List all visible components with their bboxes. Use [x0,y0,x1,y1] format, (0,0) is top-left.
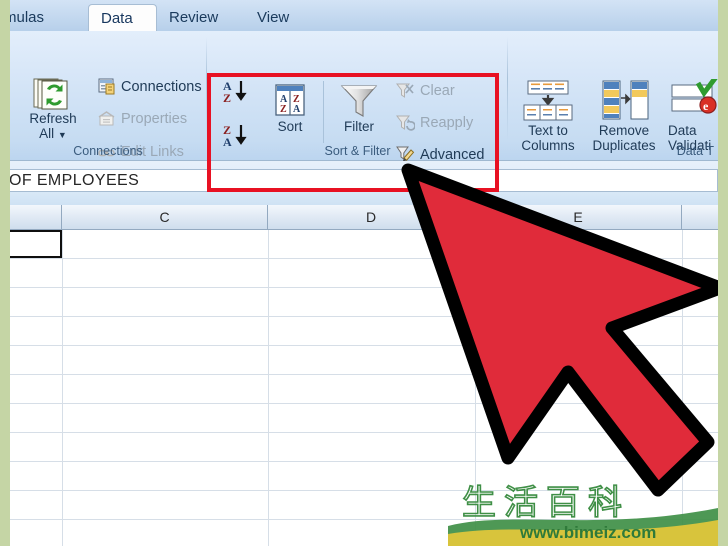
text-to-columns-label-line1: Text to [528,123,568,138]
watermark-chinese: 生活百科 [462,483,630,523]
tab-view-label: View [257,9,290,26]
excel-window: mulas Data Review View Refresh All ▼ Con… [10,0,718,546]
clear-filter-label: Clear [420,83,455,99]
connections-button[interactable]: Connections [98,78,202,95]
connections-label: Connections [121,78,202,95]
reapply-filter-label: Reapply [420,115,474,131]
column-header-c[interactable]: C [62,205,268,230]
text-to-columns-label-line2: Columns [521,138,575,153]
sort-az-icon: A Z [222,79,256,109]
remove-duplicates-button[interactable]: Remove Duplicates [585,79,663,153]
refresh-all-label-line1: Refresh [29,111,77,126]
tab-formulas[interactable]: mulas [10,4,56,32]
svg-text:Z: Z [280,104,287,115]
group-label-sort-filter: Sort & Filter [324,144,391,158]
remove-duplicates-label-line1: Remove [598,123,650,138]
remove-duplicates-icon [585,79,663,123]
clear-filter-icon [395,82,415,100]
group-separator-2 [507,37,508,141]
tab-data-label: Data [101,10,133,27]
filter-funnel-icon [332,81,386,119]
clear-filter-button[interactable]: Clear [395,82,455,100]
properties-label: Properties [121,111,188,127]
group-label-connections: Connections [73,144,143,158]
reapply-filter-icon [395,114,416,132]
group-separator-1 [206,37,207,141]
ribbon-tab-strip: mulas Data Review View [10,0,718,32]
gridline-vertical [62,230,63,546]
tab-data[interactable]: Data [88,4,157,32]
connections-icon [98,78,116,95]
column-header-b[interactable] [10,205,62,230]
tab-review[interactable]: Review [157,4,230,32]
tab-view[interactable]: View [245,4,301,32]
refresh-all-label-line2: All ▼ [39,126,67,141]
refresh-all-button[interactable]: Refresh All ▼ [22,77,84,143]
svg-text:e: e [703,99,709,113]
inner-separator [323,81,324,143]
mouse-pointer-icon [390,160,718,505]
data-validation-button[interactable]: e Data Validati [668,75,718,153]
data-validation-icon: e [668,75,718,123]
svg-text:Z: Z [223,91,231,105]
properties-icon [98,111,116,127]
data-validation-label-line1: Data [668,123,697,138]
tab-formulas-label: mulas [10,9,45,26]
selected-cell[interactable] [10,230,62,258]
sort-button[interactable]: A Z Z A Sort [263,83,317,134]
sort-dialog-icon: A Z Z A [263,83,317,119]
properties-button[interactable]: Properties [98,111,187,127]
chevron-down-icon: ▼ [57,130,67,140]
refresh-all-icon [22,77,84,111]
watermark-url: www.bimeiz.com [519,523,656,542]
reapply-filter-button[interactable]: Reapply [395,114,473,132]
svg-text:A: A [293,104,301,115]
tab-review-label: Review [169,9,219,26]
group-label-data-tools: Data T [676,144,714,158]
watermark: 生活百科 www.bimeiz.com [448,482,718,546]
ribbon-panel: Refresh All ▼ Connections Properties Edi… [10,31,718,192]
sort-az-button[interactable]: A Z [222,79,256,110]
sort-label: Sort [277,119,303,134]
text-to-columns-button[interactable]: Text to Columns [515,79,581,153]
gridline-vertical [268,230,269,546]
filter-label: Filter [344,119,374,134]
filter-button[interactable]: Filter [332,81,386,134]
text-to-columns-icon [515,79,581,123]
